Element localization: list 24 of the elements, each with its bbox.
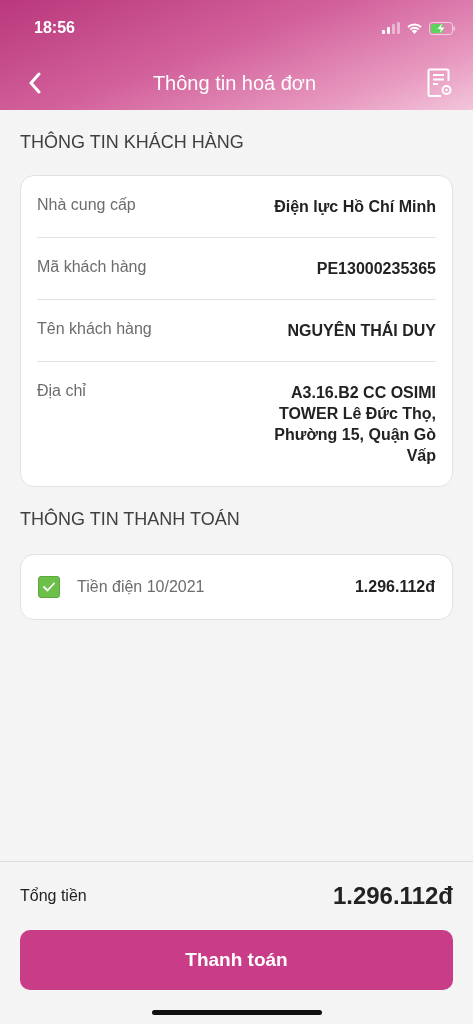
field-value: NGUYÊN THÁI DUY: [287, 320, 436, 341]
field-label: Nhà cung cấp: [37, 196, 136, 214]
screen-title: Thông tin hoá đơn: [152, 71, 317, 95]
wifi-icon: [406, 22, 423, 34]
field-label: Mã khách hàng: [37, 258, 147, 276]
section-heading: THÔNG TIN THANH TOÁN: [20, 509, 241, 530]
battery-charging-icon: [429, 21, 456, 35]
signal-icon: [382, 22, 400, 34]
document-settings-button[interactable]: [427, 68, 453, 98]
status-time: 18:56: [34, 19, 75, 37]
total-label: Tổng tiền: [20, 887, 87, 905]
field-label: Địa chỉ: [37, 382, 86, 400]
bill-amount: 1.296.112đ: [354, 578, 435, 596]
field-value: PE13000235365: [316, 259, 436, 279]
field-value: A3.16.B2 CC OSIMI TOWER Lê Đức Thọ, Phường 15, Quận Gò Vấp: [273, 383, 436, 466]
field-label: Tên khách hàng: [37, 320, 152, 338]
pay-button[interactable]: Thanh toán: [20, 930, 453, 990]
section-heading: THÔNG TIN KHÁCH HÀNG: [20, 132, 245, 153]
total-amount: 1.296.112đ: [332, 882, 453, 910]
bill-label: Tiền điện 10/2021: [77, 578, 206, 596]
field-value: Điện lực Hồ Chí Minh: [274, 197, 436, 217]
back-button[interactable]: [28, 72, 42, 94]
checkbox[interactable]: [38, 576, 60, 598]
checkmark-icon: [42, 581, 56, 593]
